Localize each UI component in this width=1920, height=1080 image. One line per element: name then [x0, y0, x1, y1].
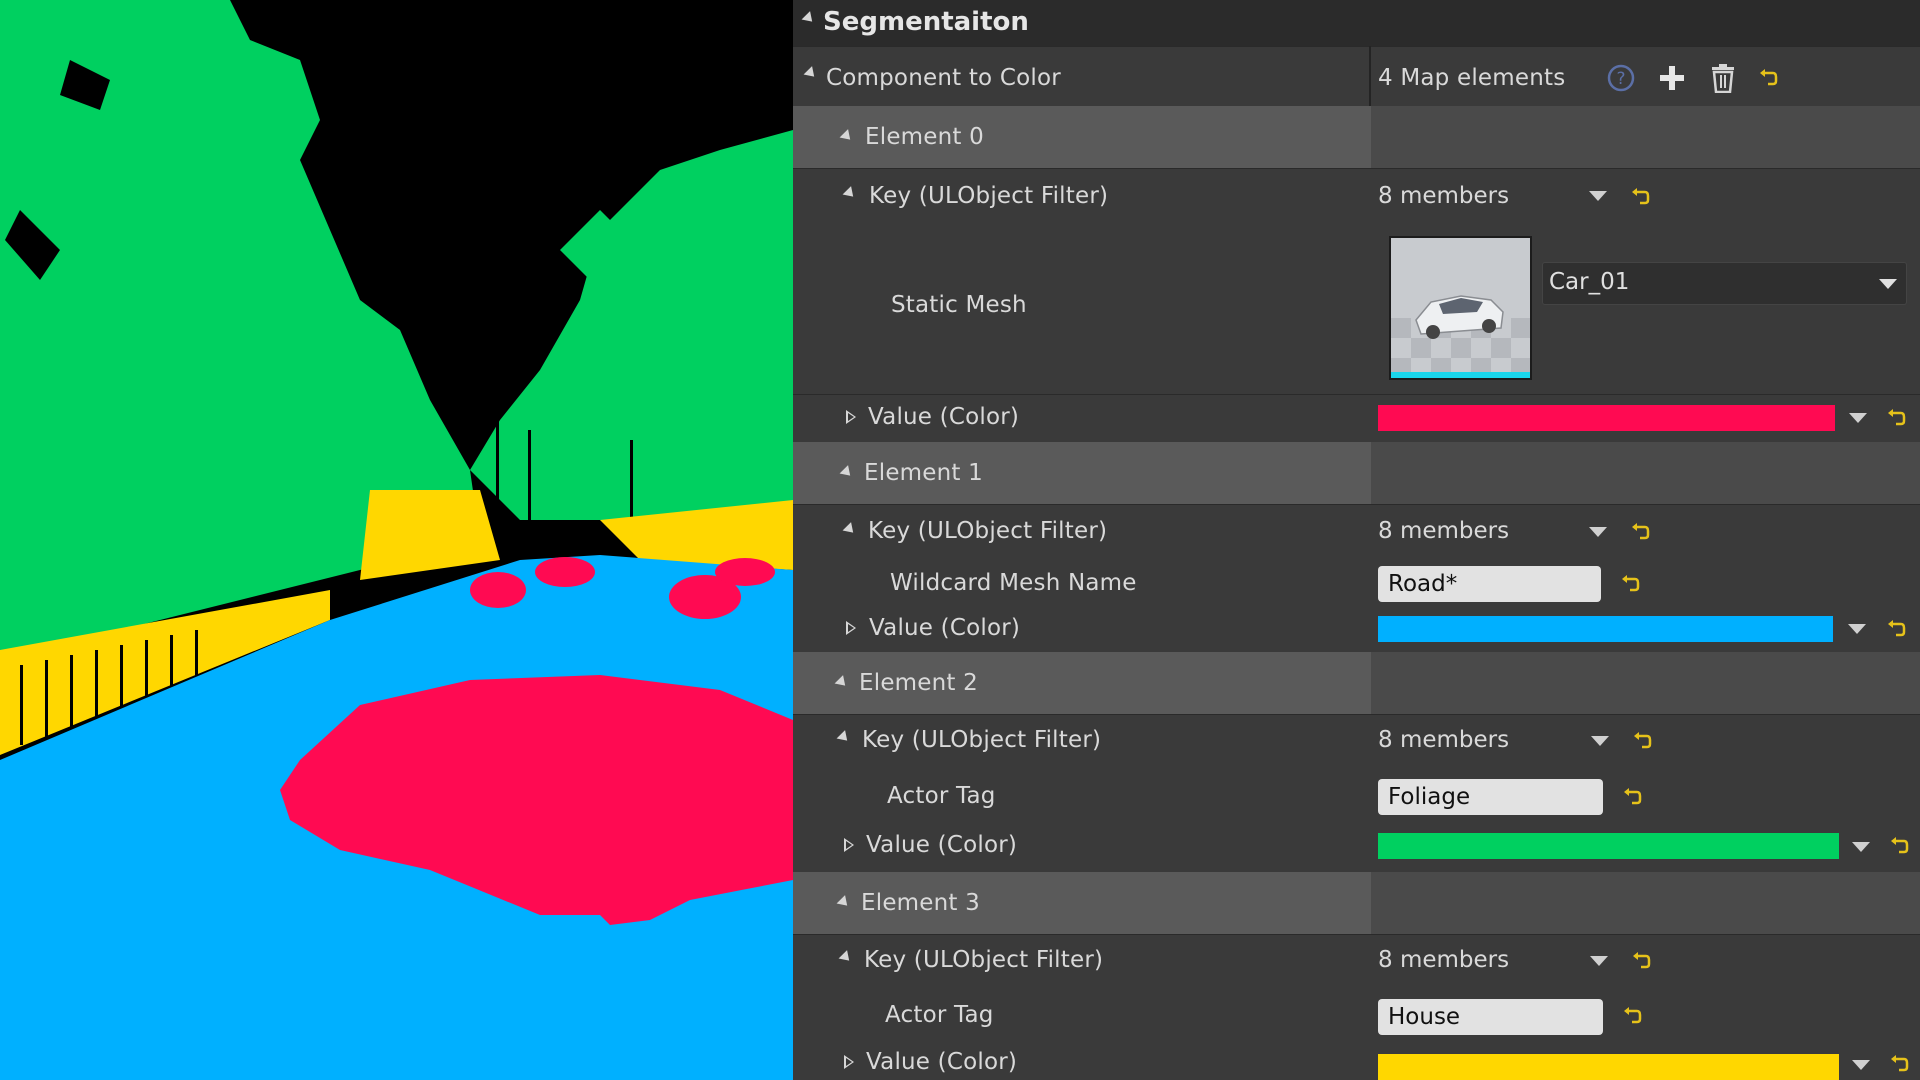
value-label: Value (Color) — [868, 404, 1020, 430]
collapse-arrow-icon[interactable] — [836, 730, 852, 745]
filter-label: Static Mesh — [891, 292, 1027, 318]
reset-icon[interactable] — [1890, 1055, 1910, 1073]
value-row: Value (Color) — [793, 1042, 1920, 1080]
help-icon[interactable]: ? — [1606, 63, 1636, 97]
collapse-arrow-icon[interactable] — [801, 11, 817, 26]
details-panel: Segmentaiton Component to Color 4 Map el… — [793, 0, 1920, 1080]
reset-icon[interactable] — [1890, 837, 1910, 855]
reset-icon[interactable] — [1887, 409, 1907, 427]
members-dropdown-icon[interactable] — [1589, 191, 1607, 201]
value-row: Value (Color) — [793, 608, 1920, 652]
element-label: Element 0 — [865, 124, 984, 150]
collapse-arrow-icon[interactable] — [836, 895, 852, 910]
key-row: Key (ULObject Filter) 8 members — [793, 168, 1920, 227]
color-dropdown-icon[interactable] — [1852, 1060, 1870, 1070]
key-row: Key (ULObject Filter) 8 members — [793, 714, 1920, 769]
element-label: Element 1 — [864, 460, 983, 486]
reset-icon[interactable] — [1632, 952, 1652, 970]
filter-label: Actor Tag — [887, 783, 996, 809]
element-label: Element 2 — [859, 670, 978, 696]
key-label: Key (ULObject Filter) — [869, 183, 1109, 209]
mesh-thumbnail[interactable] — [1389, 236, 1532, 380]
filter-row: Actor Tag Foliage — [793, 768, 1920, 824]
key-label: Key (ULObject Filter) — [868, 518, 1108, 544]
segmentation-render — [0, 0, 793, 1080]
members-dropdown-icon[interactable] — [1590, 956, 1608, 966]
svg-text:?: ? — [1616, 69, 1625, 89]
mesh-asset-name: Car_01 — [1549, 269, 1630, 295]
section-header[interactable]: Segmentaiton — [793, 0, 1920, 46]
element-label: Element 3 — [861, 890, 980, 916]
map-element-count: 4 Map elements — [1378, 65, 1566, 91]
reset-icon[interactable] — [1623, 788, 1643, 806]
element-header-1[interactable]: Element 1 — [793, 442, 1920, 504]
key-members: 8 members — [1378, 183, 1510, 209]
filter-row: Wildcard Mesh Name Road* — [793, 560, 1920, 608]
key-label: Key (ULObject Filter) — [862, 727, 1102, 753]
reset-icon[interactable] — [1759, 69, 1779, 87]
element-header-0[interactable]: Element 0 — [793, 106, 1920, 168]
reset-icon[interactable] — [1631, 523, 1651, 541]
collapse-arrow-icon[interactable] — [842, 522, 858, 537]
key-members: 8 members — [1378, 727, 1510, 753]
filter-label: Actor Tag — [885, 1002, 994, 1028]
value-label: Value (Color) — [866, 832, 1018, 858]
section-title: Segmentaiton — [823, 7, 1029, 37]
color-swatch[interactable] — [1378, 1054, 1839, 1080]
collapse-arrow-icon[interactable] — [842, 186, 858, 201]
key-members: 8 members — [1378, 518, 1510, 544]
collapse-arrow-icon[interactable] — [803, 66, 819, 81]
key-label: Key (ULObject Filter) — [864, 947, 1104, 973]
filter-row: Static Mesh — [793, 226, 1920, 394]
members-dropdown-icon[interactable] — [1591, 736, 1609, 746]
filter-label: Wildcard Mesh Name — [890, 570, 1137, 596]
value-label: Value (Color) — [866, 1049, 1018, 1075]
collapse-arrow-icon[interactable] — [839, 129, 855, 144]
reset-icon[interactable] — [1887, 620, 1907, 638]
trash-icon[interactable] — [1710, 63, 1736, 97]
reset-icon[interactable] — [1631, 188, 1651, 206]
reset-icon[interactable] — [1623, 1007, 1643, 1025]
thumbnail-type-bar — [1391, 372, 1530, 378]
element-header-2[interactable]: Element 2 — [793, 652, 1920, 714]
actor-tag-input[interactable]: House — [1378, 999, 1603, 1035]
filter-row: Actor Tag House — [793, 988, 1920, 1042]
add-icon[interactable] — [1658, 64, 1686, 96]
collapse-arrow-icon[interactable] — [834, 675, 850, 690]
collapse-arrow-icon[interactable] — [838, 950, 854, 965]
combo-dropdown-icon[interactable] — [1879, 279, 1897, 289]
expand-arrow-icon[interactable] — [846, 410, 857, 424]
color-swatch[interactable] — [1378, 833, 1839, 859]
value-row: Value (Color) — [793, 824, 1920, 872]
expand-arrow-icon[interactable] — [846, 621, 857, 635]
property-row-component-to-color: Component to Color 4 Map elements ? — [793, 46, 1920, 107]
collapse-arrow-icon[interactable] — [839, 465, 855, 480]
segmentation-viewport — [0, 0, 793, 1080]
expand-arrow-icon[interactable] — [844, 1055, 855, 1069]
value-row: Value (Color) — [793, 394, 1920, 443]
reset-icon[interactable] — [1621, 575, 1641, 593]
color-swatch[interactable] — [1378, 405, 1835, 431]
key-members: 8 members — [1378, 947, 1510, 973]
key-row: Key (ULObject Filter) 8 members — [793, 504, 1920, 561]
key-row: Key (ULObject Filter) 8 members — [793, 934, 1920, 989]
members-dropdown-icon[interactable] — [1589, 527, 1607, 537]
property-label: Component to Color — [826, 65, 1061, 91]
actor-tag-input[interactable]: Foliage — [1378, 779, 1603, 815]
value-label: Value (Color) — [869, 615, 1021, 641]
expand-arrow-icon[interactable] — [844, 838, 855, 852]
reset-icon[interactable] — [1633, 732, 1653, 750]
element-header-3[interactable]: Element 3 — [793, 872, 1920, 934]
color-dropdown-icon[interactable] — [1852, 842, 1870, 852]
wildcard-mesh-name-input[interactable]: Road* — [1378, 566, 1601, 602]
color-swatch[interactable] — [1378, 616, 1833, 642]
mesh-asset-combo[interactable]: Car_01 — [1542, 262, 1907, 305]
color-dropdown-icon[interactable] — [1849, 413, 1867, 423]
car-thumbnail-image — [1391, 238, 1530, 378]
color-dropdown-icon[interactable] — [1848, 624, 1866, 634]
